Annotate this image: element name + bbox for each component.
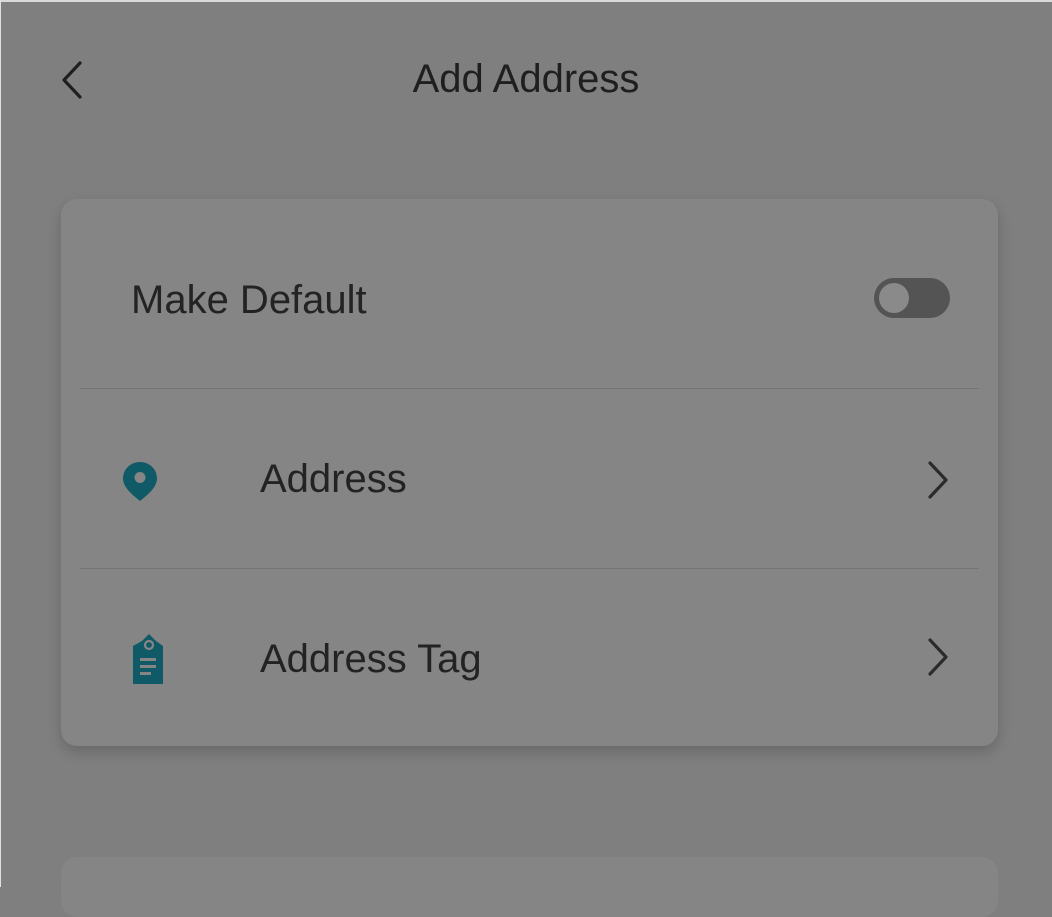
make-default-label: Make Default — [131, 278, 367, 322]
address-settings-card: Make Default Address Address Tag — [61, 199, 998, 746]
next-card-partial — [61, 857, 998, 917]
window-left-edge — [0, 0, 1, 887]
chevron-right-icon — [923, 458, 953, 502]
header: Add Address — [0, 40, 1052, 120]
toggle-knob — [879, 283, 909, 313]
make-default-toggle[interactable] — [874, 278, 950, 318]
address-tag-row[interactable]: Address Tag — [61, 569, 998, 746]
window-top-edge — [0, 0, 1052, 2]
address-tag-label: Address Tag — [260, 637, 482, 681]
address-row[interactable]: Address — [61, 389, 998, 569]
page-title: Add Address — [412, 57, 640, 101]
tag-icon — [127, 631, 171, 687]
address-label: Address — [260, 457, 407, 501]
make-default-row: Make Default — [61, 199, 998, 389]
chevron-right-icon — [923, 635, 953, 679]
location-pin-icon — [120, 459, 160, 503]
